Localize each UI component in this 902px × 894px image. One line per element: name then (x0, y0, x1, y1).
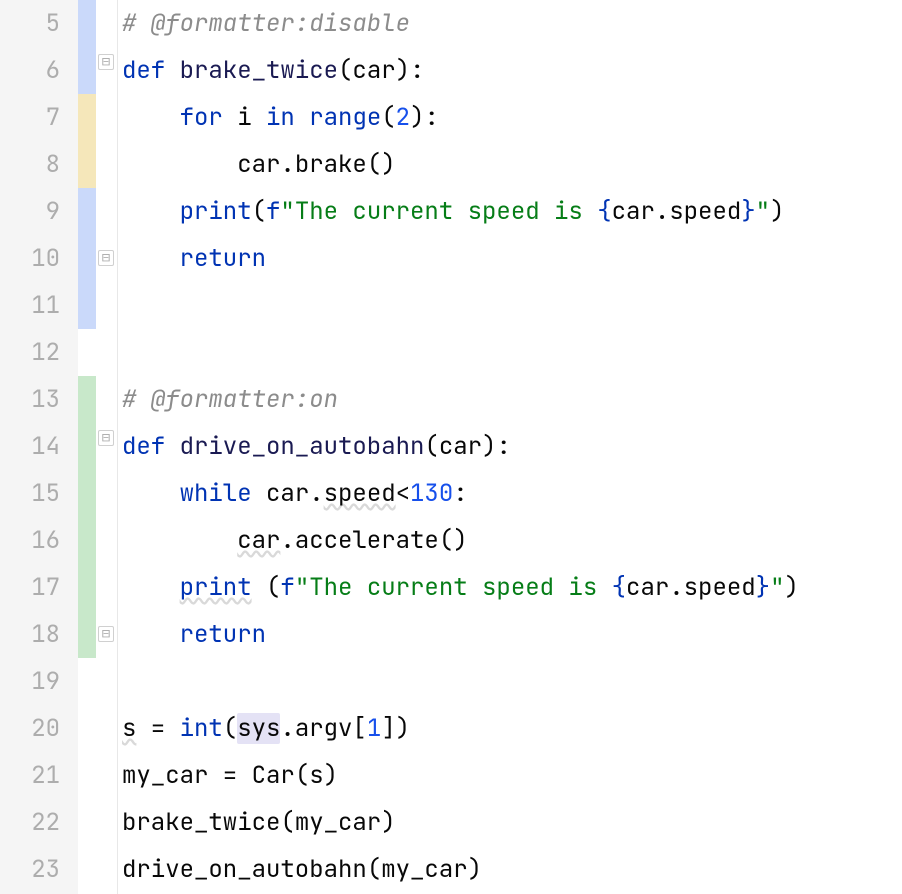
code-line[interactable] (122, 658, 902, 705)
code-line[interactable]: for i in range(2): (122, 94, 902, 141)
change-marker (78, 752, 96, 799)
line-number: 17 (0, 564, 68, 611)
change-marker (78, 517, 96, 564)
line-number: 18 (0, 611, 68, 658)
line-number: 5 (0, 0, 68, 47)
line-number: 12 (0, 329, 68, 376)
change-marker (78, 611, 96, 658)
highlighted-identifier: sys (237, 713, 280, 744)
change-marker (78, 846, 96, 893)
code-line[interactable] (122, 282, 902, 329)
builtin-range: range (309, 102, 381, 133)
code-editor[interactable]: 5 6 7 8 9 10 11 12 13 14 15 16 17 18 19 … (0, 0, 902, 894)
code-line[interactable] (122, 329, 902, 376)
fold-toggle-icon[interactable]: ⊟ (98, 430, 114, 446)
change-marker (78, 799, 96, 846)
line-number: 15 (0, 470, 68, 517)
line-number: 9 (0, 188, 68, 235)
change-marker (78, 376, 96, 423)
code-line[interactable]: print (f"The current speed is {car.speed… (122, 564, 902, 611)
line-number: 16 (0, 517, 68, 564)
code-line[interactable]: return (122, 235, 902, 282)
code-line[interactable]: my_car = Car(s) (122, 752, 902, 799)
code-line[interactable]: s = int(sys.argv[1]) (122, 705, 902, 752)
change-marker (78, 188, 96, 235)
line-number: 19 (0, 658, 68, 705)
change-marker (78, 282, 96, 329)
comment: # @formatter:on (122, 384, 338, 415)
change-marker (78, 705, 96, 752)
change-marker (78, 141, 96, 188)
change-marker (78, 47, 96, 94)
keyword-for: for (180, 102, 223, 133)
keyword-def: def (122, 55, 165, 86)
code-line[interactable]: print(f"The current speed is {car.speed}… (122, 188, 902, 235)
line-number: 22 (0, 799, 68, 846)
fold-column: ⊟ ⊟ ⊟ ⊟ (96, 0, 118, 894)
code-line[interactable]: return (122, 611, 902, 658)
line-number: 8 (0, 141, 68, 188)
code-area[interactable]: # @formatter:disable def brake_twice(car… (118, 0, 902, 894)
change-marker (78, 329, 96, 376)
change-marker (78, 94, 96, 141)
code-line[interactable]: def drive_on_autobahn(car): (122, 423, 902, 470)
code-line[interactable]: # @formatter:on (122, 376, 902, 423)
code-line[interactable]: car.accelerate() (122, 517, 902, 564)
code-line[interactable]: drive_on_autobahn(my_car) (122, 846, 902, 893)
comment: # @formatter:disable (122, 8, 410, 39)
code-line[interactable]: while car.speed<130: (122, 470, 902, 517)
line-number: 20 (0, 705, 68, 752)
code-line[interactable]: brake_twice(my_car) (122, 799, 902, 846)
line-number-gutter: 5 6 7 8 9 10 11 12 13 14 15 16 17 18 19 … (0, 0, 78, 894)
change-marker (78, 564, 96, 611)
line-number: 13 (0, 376, 68, 423)
line-number: 23 (0, 846, 68, 893)
line-number: 21 (0, 752, 68, 799)
change-marker (78, 658, 96, 705)
change-marker (78, 470, 96, 517)
builtin-int: int (180, 713, 223, 744)
line-number: 10 (0, 235, 68, 282)
function-name: brake_twice (180, 55, 338, 86)
keyword-while: while (180, 478, 252, 509)
line-number: 6 (0, 47, 68, 94)
builtin-print: print (180, 196, 252, 227)
change-marker (78, 235, 96, 282)
code-line[interactable]: car.brake() (122, 141, 902, 188)
fold-end-icon[interactable]: ⊟ (98, 250, 114, 266)
keyword-return: return (180, 243, 266, 274)
code-line[interactable]: # @formatter:disable (122, 0, 902, 47)
fold-end-icon[interactable]: ⊟ (98, 626, 114, 642)
fold-toggle-icon[interactable]: ⊟ (98, 54, 114, 70)
change-marker-column (78, 0, 96, 894)
function-name: drive_on_autobahn (180, 431, 425, 462)
line-number: 14 (0, 423, 68, 470)
code-line[interactable]: def brake_twice(car): (122, 47, 902, 94)
change-marker (78, 0, 96, 47)
change-marker (78, 423, 96, 470)
line-number: 11 (0, 282, 68, 329)
line-number: 7 (0, 94, 68, 141)
